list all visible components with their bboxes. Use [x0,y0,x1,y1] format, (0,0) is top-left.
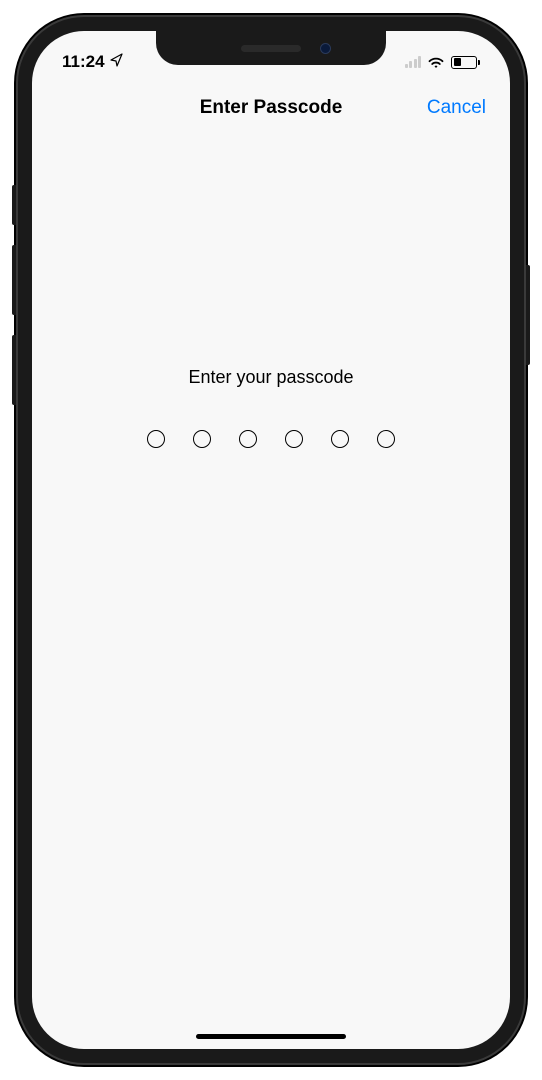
speaker [241,45,301,52]
nav-title: Enter Passcode [200,97,343,119]
passcode-dot [331,430,349,448]
passcode-dot [193,430,211,448]
status-right [405,56,481,69]
status-time: 11:24 [62,52,105,72]
notch [156,31,386,65]
battery-icon [451,56,480,69]
passcode-dots[interactable] [147,430,395,448]
cellular-signal-icon [405,56,422,68]
passcode-dot [285,430,303,448]
passcode-dot [147,430,165,448]
content-area: Enter your passcode [32,137,510,448]
passcode-dot [377,430,395,448]
status-left: 11:24 [62,52,124,72]
cancel-button[interactable]: Cancel [427,97,486,119]
front-camera [320,43,331,54]
wifi-icon [427,56,445,69]
screen: 11:24 [32,31,510,1049]
passcode-dot [239,430,257,448]
nav-bar: Enter Passcode Cancel [32,79,510,137]
home-indicator[interactable] [196,1034,346,1039]
location-icon [110,52,124,72]
side-button [526,265,530,365]
phone-frame: 11:24 [16,15,526,1065]
passcode-prompt: Enter your passcode [188,367,353,388]
